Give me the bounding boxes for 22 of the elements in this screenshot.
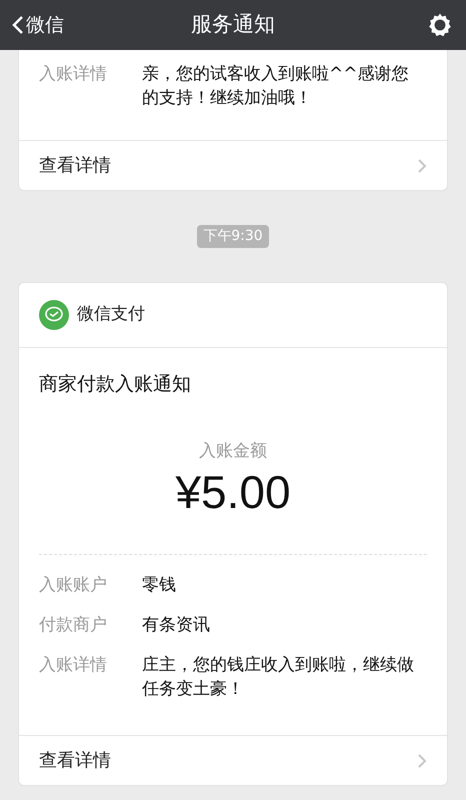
chevron-right-icon (417, 158, 427, 174)
field-value: 有条资讯 (142, 614, 211, 637)
settings-button[interactable] (426, 11, 454, 39)
nav-title: 服务通知 (191, 11, 275, 38)
source-name: 微信支付 (77, 303, 145, 326)
field-label: 付款商户 (39, 614, 108, 637)
back-button[interactable]: 微信 (12, 10, 64, 40)
amount-value: ¥5.00 (175, 465, 291, 520)
settings-icon (427, 12, 453, 38)
time-badge: 下午9:30 (197, 225, 269, 248)
view-details-link[interactable]: 查看详情 (19, 140, 447, 190)
field-value: 零钱 (142, 574, 177, 597)
view-details-link[interactable]: 查看详情 (19, 735, 447, 785)
field-label: 入账详情 (39, 63, 108, 86)
chevron-right-icon (417, 752, 427, 768)
chevron-left-icon (12, 15, 24, 35)
notification-title: 商家付款入账通知 (39, 372, 192, 397)
field-value: 庄主，您的钱庄收入到账啦，继续做任务变土豪！ (142, 654, 415, 701)
field-label: 入账账户 (39, 574, 108, 597)
amount-label: 入账金额 (199, 440, 267, 462)
field-label: 入账详情 (39, 654, 108, 677)
field-value: 亲，您的试客收入到账啦^^感谢您的支持！继续加油哦！ (142, 63, 410, 110)
